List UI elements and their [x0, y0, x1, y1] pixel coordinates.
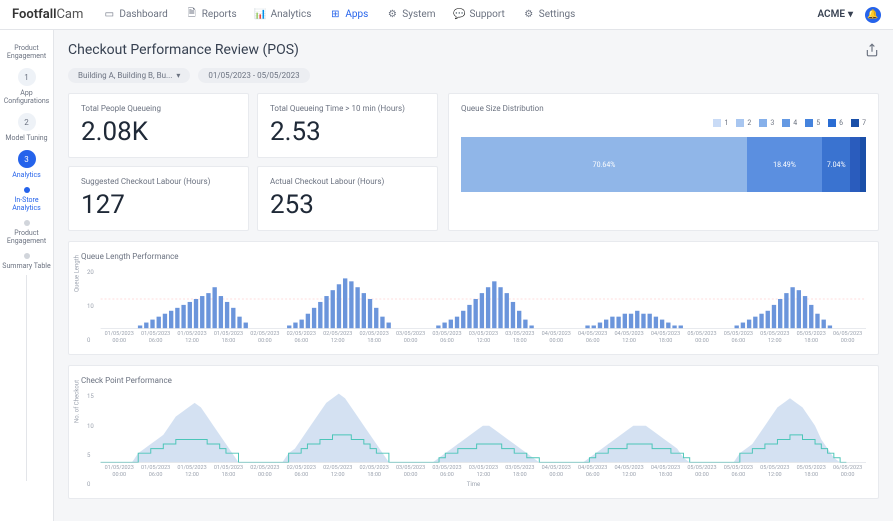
analytics-icon: 📊: [255, 9, 267, 21]
sidebar-item-summary-table[interactable]: Summary Table: [0, 249, 53, 274]
card-value: 127: [81, 190, 236, 220]
top-header: FootfallCam ▭Dashboard 🗎Reports 📊Analytics…: [0, 0, 893, 30]
card-value: 2.08K: [81, 117, 236, 147]
card-label: Total People Queueing: [81, 104, 236, 113]
legend-item: 3: [759, 119, 774, 127]
x-axis-label: Time: [81, 481, 866, 488]
card-value: 2.53: [270, 117, 425, 147]
sidebar-item-analytics[interactable]: 3Analytics: [0, 146, 53, 183]
nav-apps[interactable]: ⊞Apps: [329, 9, 368, 21]
reports-icon: 🗎: [186, 9, 198, 21]
card-label: Total Queueing Time > 10 min (Hours): [270, 104, 425, 113]
y-axis-label: No. of Checkout: [74, 380, 81, 423]
queue-length-bar-chart: [81, 269, 866, 329]
top-nav: ▭Dashboard 🗎Reports 📊Analytics ⊞Apps ⚙System…: [103, 9, 817, 21]
chart-title: Queue Length Performance: [81, 252, 866, 261]
legend-item: 7: [851, 119, 866, 127]
queue-size-distribution-card: Queue Size Distribution 1234567 70.64%18…: [448, 93, 879, 231]
support-icon: 💬: [453, 9, 465, 21]
kpi-card: Total Queueing Time > 10 min (Hours) 2.53: [257, 93, 438, 158]
date-range-filter[interactable]: 01/05/2023 - 05/05/2023: [198, 68, 309, 83]
distribution-segment: 7.04%: [822, 137, 851, 192]
settings-icon: ⚙: [523, 9, 535, 21]
nav-settings[interactable]: ⚙Settings: [523, 9, 576, 21]
kpi-card: Total People Queueing 2.08K: [68, 93, 249, 158]
kpi-card: Actual Checkout Labour (Hours) 253: [257, 166, 438, 231]
sidebar-item-model-tuning[interactable]: 2Model Tuning: [0, 109, 53, 146]
legend-item: 4: [782, 119, 797, 127]
chevron-down-icon: ▾: [848, 9, 853, 20]
system-icon: ⚙: [386, 9, 398, 21]
left-sidebar: Product Engagement1App Configurations2Mo…: [0, 30, 54, 521]
distribution-legend: 1234567: [461, 119, 866, 127]
chart-title: Check Point Performance: [81, 376, 866, 385]
brand-logo: FootfallCam: [12, 7, 83, 22]
nav-dashboard[interactable]: ▭Dashboard: [103, 9, 167, 21]
dashboard-icon: ▭: [103, 9, 115, 21]
share-icon[interactable]: [865, 43, 879, 57]
apps-icon: ⊞: [329, 9, 341, 21]
checkpoint-area-chart: [81, 393, 866, 463]
distribution-segment: 18.49%: [747, 137, 822, 192]
building-filter[interactable]: Building A, Building B, Bu...▾: [68, 68, 190, 83]
main-content: Checkout Performance Review (POS) Buildi…: [54, 30, 893, 521]
card-label: Queue Size Distribution: [461, 104, 866, 113]
page-title: Checkout Performance Review (POS): [68, 42, 299, 58]
legend-item: 2: [736, 119, 751, 127]
chevron-down-icon: ▾: [176, 71, 180, 80]
nav-support[interactable]: 💬Support: [453, 9, 504, 21]
sidebar-item-in-store-analytics[interactable]: In-Store Analytics: [0, 183, 53, 216]
sidebar-item-product-engagement[interactable]: Product Engagement: [0, 216, 53, 249]
card-value: 253: [270, 190, 425, 220]
notification-bell-icon[interactable]: 🔔: [865, 7, 881, 23]
distribution-segment: [860, 137, 866, 192]
queue-length-chart-card: Queue Length Performance Queue Length 20…: [68, 241, 879, 355]
kpi-card: Suggested Checkout Labour (Hours) 127: [68, 166, 249, 231]
sidebar-item-app-configurations[interactable]: 1App Configurations: [0, 64, 53, 109]
distribution-segment: 70.64%: [461, 137, 747, 192]
legend-item: 6: [828, 119, 843, 127]
legend-item: 5: [805, 119, 820, 127]
nav-analytics[interactable]: 📊Analytics: [255, 9, 312, 21]
card-label: Actual Checkout Labour (Hours): [270, 177, 425, 186]
distribution-stacked-bar: 70.64%18.49%7.04%: [461, 137, 866, 192]
sidebar-item-product-engagement[interactable]: Product Engagement: [0, 40, 53, 64]
nav-reports[interactable]: 🗎Reports: [186, 9, 237, 21]
card-label: Suggested Checkout Labour (Hours): [81, 177, 236, 186]
nav-system[interactable]: ⚙System: [386, 9, 435, 21]
account-switcher[interactable]: ACME▾: [817, 9, 853, 20]
y-axis-label: Queue Length: [74, 255, 81, 292]
checkpoint-chart-card: Check Point Performance No. of Checkout …: [68, 365, 879, 499]
legend-item: 1: [713, 119, 728, 127]
distribution-segment: [850, 137, 860, 192]
